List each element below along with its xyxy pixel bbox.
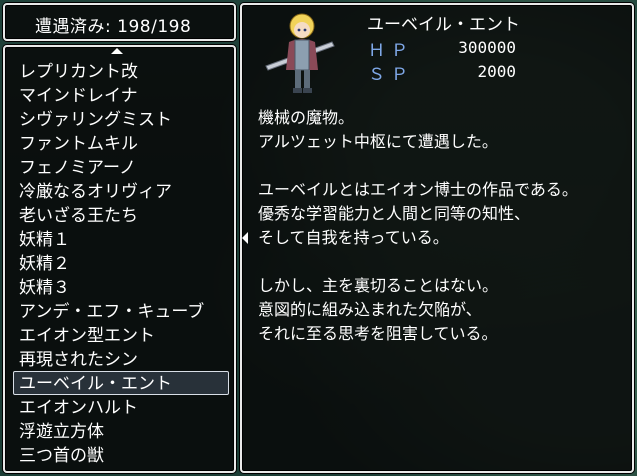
enemy-list-item[interactable]: 浮遊立方体: [13, 419, 229, 443]
enemy-list-item[interactable]: フェノミアーノ: [13, 155, 229, 179]
hp-label: ＨＰ: [368, 41, 414, 61]
hp-value: 300000: [458, 38, 516, 57]
description-line: しかし、主を裏切ることはない。: [258, 276, 499, 295]
description-line: それに至る思考を阻害している。: [258, 324, 498, 343]
enemy-list-item[interactable]: アンデ・エフ・キューブ: [13, 299, 229, 323]
enemy-list-item[interactable]: ユーベイル・エント: [13, 371, 229, 395]
description-line: 意図的に組み込まれた欠陥が、: [258, 300, 482, 319]
enemy-list-item[interactable]: マインドレイナ: [13, 83, 229, 107]
encounter-count-label: 遭遇済み:: [35, 17, 112, 37]
enemy-list-item[interactable]: 再現されたシン: [13, 347, 229, 371]
enemy-list-item[interactable]: 妖精３: [13, 275, 229, 299]
arrow-up-icon[interactable]: [111, 48, 123, 54]
enemy-list-window: レプリカント改 マインドレイナ シヴァリングミスト ファントムキル フェノミアーノ 冷厳な…: [3, 45, 236, 473]
enemy-list-item[interactable]: 三つ首の獣: [13, 443, 229, 467]
description-line: 機械の魔物。: [258, 108, 355, 127]
enemy-list-item[interactable]: シヴァリングミスト: [13, 107, 229, 131]
enemy-list-item[interactable]: エイオンハルト: [13, 395, 229, 419]
description-line: そして自我を持っている。: [258, 228, 449, 247]
enemy-list: レプリカント改 マインドレイナ シヴァリングミスト ファントムキル フェノミアーノ 冷厳な…: [13, 59, 229, 467]
description-line: ユーベイルとはエイオン博士の作品である。: [258, 180, 578, 199]
enemy-name: ユーベイル・エント: [367, 15, 520, 35]
enemy-list-item[interactable]: 妖精２: [13, 251, 229, 275]
enemy-portrait: [265, 13, 335, 93]
enemy-list-item[interactable]: レプリカント改: [13, 59, 229, 83]
enemy-list-item[interactable]: 妖精１: [13, 227, 229, 251]
encounter-count-value: 198/198: [117, 17, 192, 37]
encounter-count: 遭遇済み: 198/198: [35, 12, 191, 37]
sp-value: 2000: [477, 62, 516, 81]
enemy-list-item[interactable]: 老いざる王たち: [13, 203, 229, 227]
arrow-left-icon[interactable]: [242, 232, 248, 244]
description-line: アルツェット中枢にて遭遇した。: [258, 132, 498, 151]
encounter-count-window: 遭遇済み: 198/198: [3, 3, 236, 41]
description-line: 優秀な学習能力と人間と同等の知性、: [258, 204, 531, 223]
sp-label: ＳＰ: [368, 65, 414, 85]
enemy-list-item[interactable]: エイオン型エント: [13, 323, 229, 347]
enemy-list-item[interactable]: 冷厳なるオリヴィア: [13, 179, 229, 203]
enemy-list-item[interactable]: ファントムキル: [13, 131, 229, 155]
